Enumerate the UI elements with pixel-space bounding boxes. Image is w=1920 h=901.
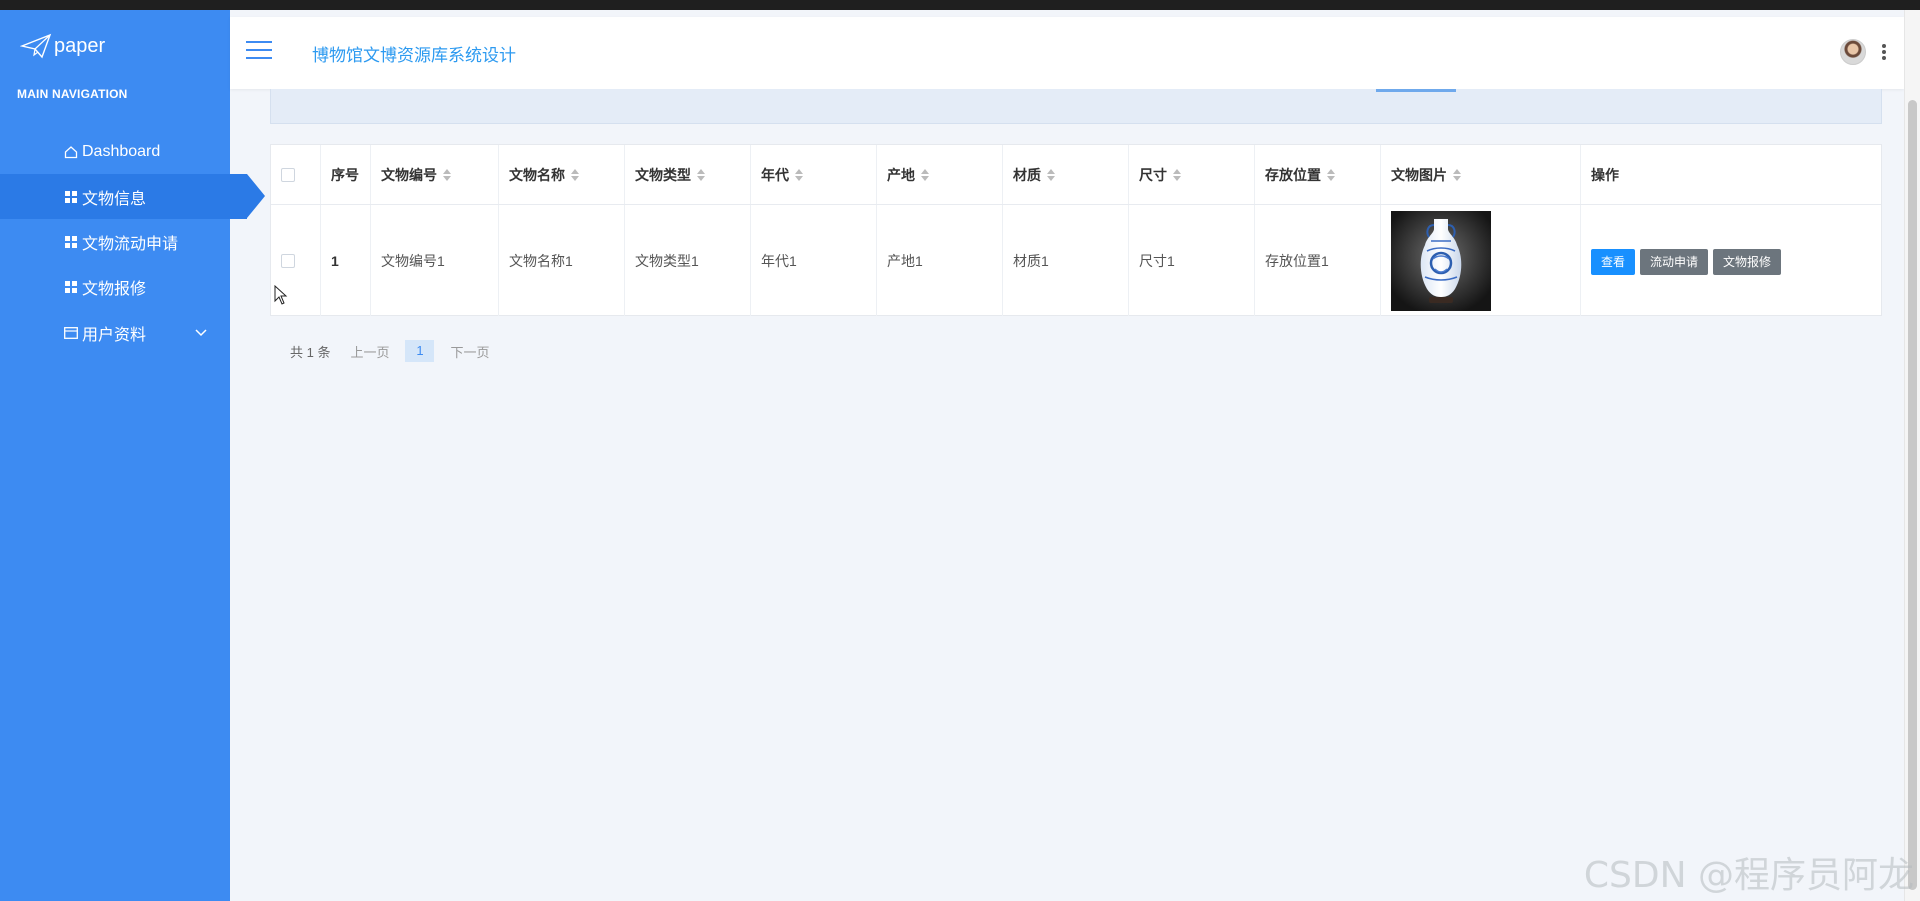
view-button[interactable]: 查看 bbox=[1591, 248, 1636, 275]
search-panel-accent bbox=[1376, 89, 1456, 92]
column-label: 文物名称 bbox=[509, 166, 565, 183]
menu-toggle-icon[interactable] bbox=[246, 41, 272, 61]
column-label: 材质 bbox=[1013, 166, 1041, 183]
more-options-icon[interactable] bbox=[1882, 44, 1886, 60]
app-logo[interactable]: paper bbox=[20, 32, 105, 60]
pagination-total: 共 1 条 bbox=[290, 344, 331, 360]
cell-image bbox=[1381, 205, 1581, 316]
sidebar-item-label: Dashboard bbox=[82, 142, 161, 160]
column-label: 年代 bbox=[761, 166, 789, 183]
artifact-thumbnail[interactable] bbox=[1391, 210, 1491, 311]
page-title: 博物馆文博资源库系统设计 bbox=[312, 46, 516, 65]
sort-icon[interactable] bbox=[443, 168, 451, 181]
column-label: 文物编号 bbox=[381, 166, 437, 183]
next-page-button[interactable]: 下一页 bbox=[450, 342, 489, 361]
sidebar-item-label: 文物信息 bbox=[82, 190, 147, 208]
sidebar-item-repair[interactable]: 文物报修 bbox=[0, 264, 230, 309]
home-icon bbox=[63, 144, 79, 160]
column-header-index: 序号 bbox=[321, 145, 371, 204]
sidebar-item-artifact-info[interactable]: 文物信息 bbox=[0, 174, 265, 219]
sort-icon[interactable] bbox=[697, 168, 705, 181]
sort-icon[interactable] bbox=[921, 168, 929, 181]
column-header-size[interactable]: 尺寸 bbox=[1129, 145, 1255, 204]
pagination: 共 1 条 上一页 1 下一页 bbox=[290, 340, 490, 362]
logo-text: paper bbox=[54, 34, 106, 57]
sidebar-item-label: 用户资料 bbox=[82, 326, 147, 344]
column-header-type[interactable]: 文物类型 bbox=[625, 145, 751, 204]
row-checkbox[interactable] bbox=[281, 253, 295, 268]
sidebar-item-dashboard[interactable]: Dashboard bbox=[0, 129, 230, 174]
cell-origin: 产地1 bbox=[877, 205, 1003, 316]
repair-button[interactable]: 文物报修 bbox=[1713, 248, 1782, 275]
sort-icon[interactable] bbox=[1173, 168, 1181, 181]
mouse-cursor-icon bbox=[274, 285, 288, 305]
table-row: 1 文物编号1 文物名称1 文物类型1 年代1 产地1 材质1 尺寸1 存放位置… bbox=[271, 205, 1881, 316]
column-label: 存放位置 bbox=[1265, 166, 1321, 183]
cell-code: 文物编号1 bbox=[371, 205, 499, 316]
column-label: 文物图片 bbox=[1391, 166, 1447, 183]
search-panel bbox=[270, 89, 1882, 124]
column-label: 尺寸 bbox=[1139, 166, 1167, 183]
table-header-row: 序号 文物编号 文物名称 文物类型 年代 产地 材质 尺寸 存放位置 文物图片 … bbox=[271, 145, 1881, 205]
vertical-scrollbar[interactable] bbox=[1904, 10, 1920, 901]
watermark: CSDN @程序员阿龙 bbox=[1583, 855, 1914, 896]
column-header-location[interactable]: 存放位置 bbox=[1255, 145, 1381, 204]
column-header-name[interactable]: 文物名称 bbox=[499, 145, 625, 204]
sidebar-item-flow-application[interactable]: 文物流动申请 bbox=[0, 219, 230, 264]
cell-location: 存放位置1 bbox=[1255, 205, 1381, 316]
select-all-cell bbox=[271, 145, 321, 204]
column-label: 产地 bbox=[887, 166, 915, 183]
cell-size: 尺寸1 bbox=[1129, 205, 1255, 316]
paper-plane-icon bbox=[20, 33, 52, 59]
sidebar-item-label: 文物流动申请 bbox=[82, 235, 179, 253]
grid-icon bbox=[63, 279, 79, 295]
cell-index: 1 bbox=[321, 205, 371, 316]
column-header-origin[interactable]: 产地 bbox=[877, 145, 1003, 204]
sort-icon[interactable] bbox=[571, 168, 579, 181]
grid-icon bbox=[63, 234, 79, 250]
column-label: 文物类型 bbox=[635, 166, 691, 183]
chevron-down-icon bbox=[195, 329, 207, 337]
top-header: 博物馆文博资源库系统设计 bbox=[230, 17, 1904, 89]
column-header-actions: 操作 bbox=[1591, 166, 1619, 183]
nav-section-title: MAIN NAVIGATION bbox=[17, 87, 128, 101]
cell-actions: 查看 流动申请 文物报修 bbox=[1581, 205, 1881, 316]
column-header-image[interactable]: 文物图片 bbox=[1381, 145, 1581, 204]
cell-material: 材质1 bbox=[1003, 205, 1129, 316]
prev-page-button[interactable]: 上一页 bbox=[350, 342, 389, 361]
browser-top-strip bbox=[0, 0, 1920, 10]
select-all-checkbox[interactable] bbox=[281, 167, 295, 182]
sidebar-item-user-profile[interactable]: 用户资料 bbox=[0, 310, 230, 355]
sort-icon[interactable] bbox=[1453, 168, 1461, 181]
column-header-era[interactable]: 年代 bbox=[751, 145, 877, 204]
sort-icon[interactable] bbox=[1047, 168, 1055, 181]
column-header-code[interactable]: 文物编号 bbox=[371, 145, 499, 204]
cell-name: 文物名称1 bbox=[499, 205, 625, 316]
cell-era: 年代1 bbox=[751, 205, 877, 316]
flow-apply-button[interactable]: 流动申请 bbox=[1640, 248, 1709, 275]
sort-icon[interactable] bbox=[795, 168, 803, 181]
sidebar: paper MAIN NAVIGATION Dashboard 文物信息 文物流… bbox=[0, 10, 265, 901]
user-avatar[interactable] bbox=[1840, 39, 1866, 65]
data-table: 序号 文物编号 文物名称 文物类型 年代 产地 材质 尺寸 存放位置 文物图片 … bbox=[270, 144, 1882, 316]
scrollbar-thumb[interactable] bbox=[1908, 100, 1917, 890]
column-header-material[interactable]: 材质 bbox=[1003, 145, 1129, 204]
cell-type: 文物类型1 bbox=[625, 205, 751, 316]
sidebar-item-label: 文物报修 bbox=[82, 280, 147, 298]
grid-icon bbox=[63, 189, 79, 205]
card-icon bbox=[63, 325, 79, 341]
sort-icon[interactable] bbox=[1327, 168, 1335, 181]
page-number-current[interactable]: 1 bbox=[405, 340, 435, 362]
